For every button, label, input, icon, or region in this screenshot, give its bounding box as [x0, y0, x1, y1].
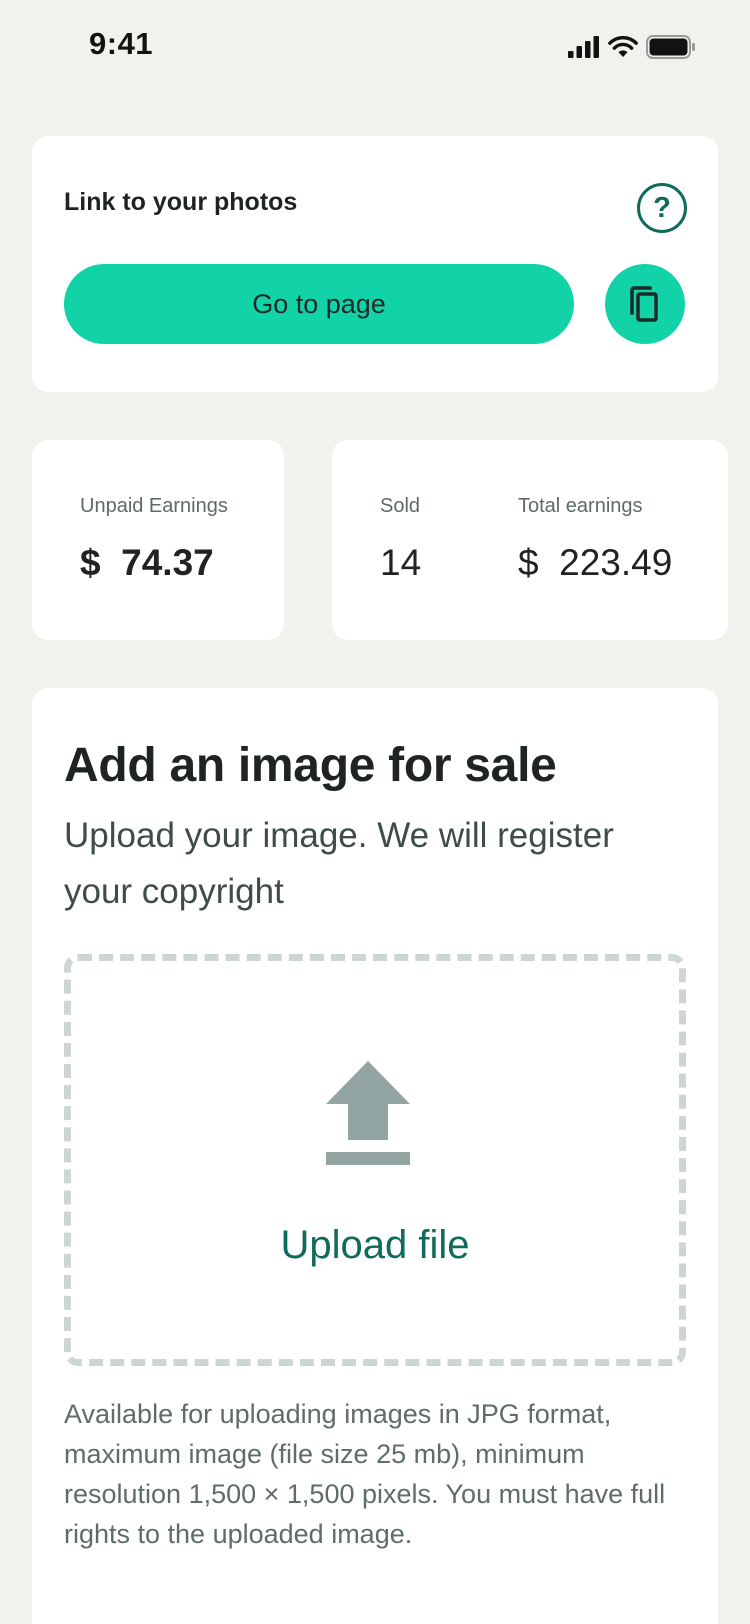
unpaid-earnings-label: Unpaid Earnings [80, 495, 228, 517]
status-bar: 9:41 [0, 0, 750, 92]
upload-requirements-note: Available for uploading images in JPG fo… [64, 1399, 666, 1549]
sales-stats-card: Sold 14 Total earnings $ 223.49 [332, 440, 728, 640]
battery-icon [646, 35, 695, 59]
sold-value: 14 [380, 542, 422, 583]
upload-dropzone[interactable]: Upload file [64, 954, 686, 1366]
upload-subtitle: Upload your image. We will register your… [64, 816, 614, 911]
status-time: 9:41 [89, 26, 154, 61]
upload-file-button[interactable]: Upload file [71, 1223, 679, 1268]
photo-link-card: Link to your photos ? Go to page [32, 136, 718, 392]
unpaid-earnings-value: $ 74.37 [80, 542, 214, 583]
wifi-icon [608, 36, 638, 57]
help-icon[interactable]: ? [637, 183, 687, 233]
upload-heading: Add an image for sale [64, 739, 557, 792]
app-screen: 9:41 Link to your photos ? Go to page Un… [0, 0, 750, 1624]
help-symbol: ? [653, 191, 671, 224]
copy-link-button[interactable] [605, 264, 685, 344]
total-earnings-label: Total earnings [518, 495, 643, 517]
total-earnings-value: $ 223.49 [518, 542, 673, 583]
signal-icon [568, 36, 599, 58]
upload-icon [326, 1061, 410, 1165]
go-to-page-button[interactable]: Go to page [64, 264, 574, 344]
status-icons [568, 32, 696, 62]
upload-card: Add an image for sale Upload your image.… [32, 688, 718, 1624]
sold-label: Sold [380, 495, 421, 517]
copy-icon [630, 286, 658, 322]
link-card-title: Link to your photos [64, 188, 298, 216]
unpaid-earnings-card: Unpaid Earnings $ 74.37 [32, 440, 284, 640]
